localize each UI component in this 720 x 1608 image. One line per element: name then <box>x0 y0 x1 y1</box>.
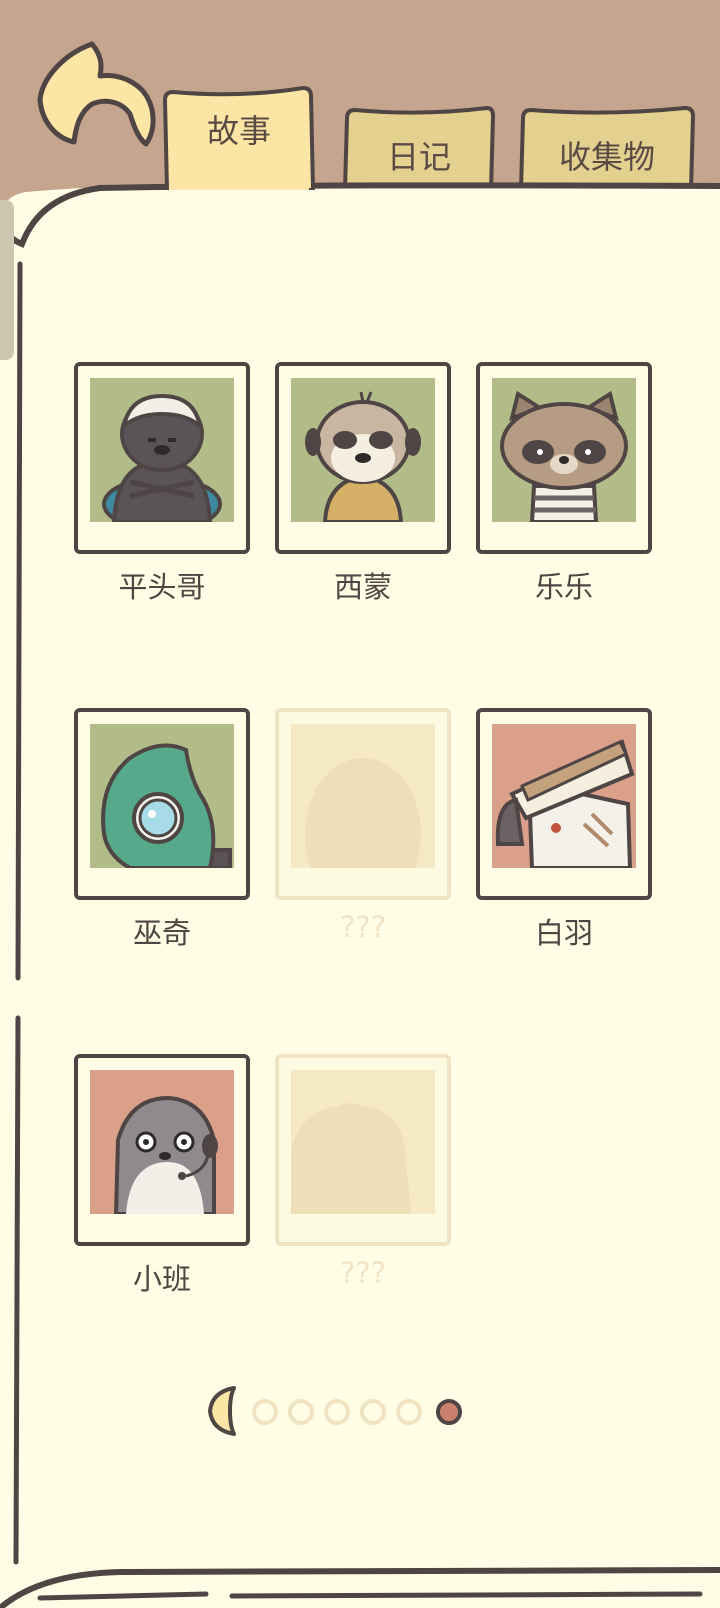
character-name: 平头哥 <box>118 570 206 604</box>
polaroid-frame <box>476 362 652 554</box>
polaroid-frame <box>74 1054 250 1246</box>
character-name: 小班 <box>132 1262 191 1296</box>
character-name: 乐乐 <box>534 570 593 604</box>
character-name: 西蒙 <box>333 570 392 604</box>
character-name: ??? <box>339 910 387 944</box>
page-dot-1[interactable] <box>252 1399 278 1425</box>
chameleon-portrait <box>90 724 234 868</box>
page-dot-4[interactable] <box>360 1399 386 1425</box>
character-story-screen: 日记 收集物 故事 平头哥 西蒙 乐乐 巫奇 ??? 白羽 小班 ??? <box>0 0 720 1608</box>
page-dot-6-active[interactable] <box>436 1399 462 1425</box>
polaroid-frame <box>74 362 250 554</box>
polaroid-frame <box>275 362 451 554</box>
tab-story-label: 故事 <box>206 112 271 150</box>
otter-portrait <box>90 1070 234 1214</box>
page-indicator <box>206 1386 476 1436</box>
crane-portrait <box>492 724 636 868</box>
locked-silhouette-portrait <box>291 1070 435 1214</box>
polaroid-frame-locked <box>275 708 451 900</box>
locked-silhouette-portrait <box>291 724 435 868</box>
page-dot-3[interactable] <box>324 1399 350 1425</box>
previous-arrow-icon <box>208 1386 236 1436</box>
meerkat-portrait <box>291 378 435 522</box>
page-dot-2[interactable] <box>288 1399 314 1425</box>
tab-collection-label: 收集物 <box>558 138 655 176</box>
scrollbar-thumb[interactable] <box>0 200 14 360</box>
polaroid-frame-locked <box>275 1054 451 1246</box>
character-name: 巫奇 <box>132 916 191 950</box>
honey-badger-portrait <box>90 378 234 522</box>
tab-story[interactable]: 故事 <box>161 86 317 190</box>
page-dot-5[interactable] <box>396 1399 422 1425</box>
character-name: ??? <box>339 1256 387 1290</box>
polaroid-frame <box>476 708 652 900</box>
previous-page-button[interactable] <box>206 1386 240 1436</box>
polaroid-frame <box>74 708 250 900</box>
character-name: 白羽 <box>534 916 593 950</box>
tab-diary-label: 日记 <box>386 138 451 176</box>
raccoon-portrait <box>492 378 636 522</box>
